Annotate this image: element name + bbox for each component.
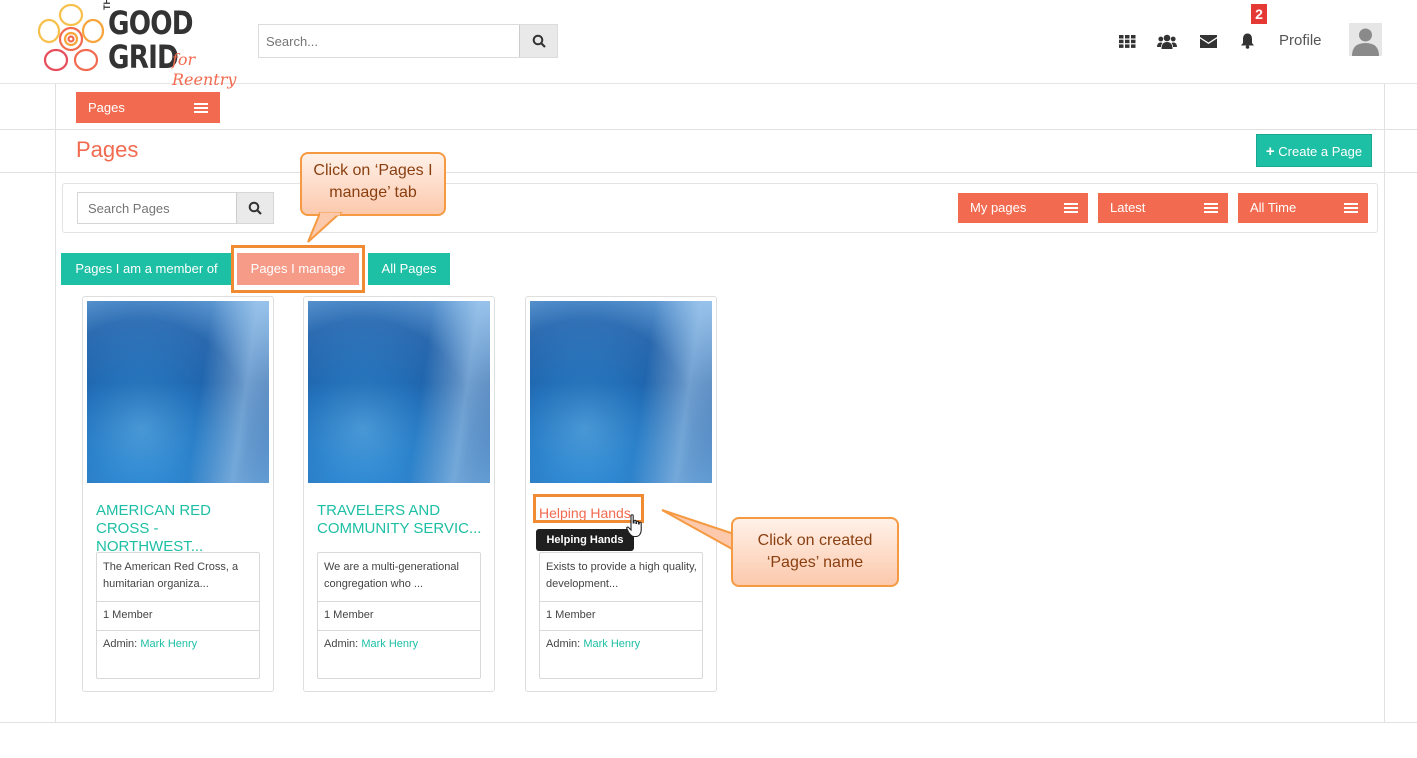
callout-pointer (661, 509, 735, 552)
page-member-count: 1 Member (324, 609, 374, 621)
callout-tab-hint: Click on ‘Pages I manage’ tab (300, 152, 446, 216)
my-pages-dropdown[interactable]: My pages (958, 193, 1088, 223)
users-icon[interactable] (1156, 31, 1178, 51)
dropdown-label: All Time (1250, 200, 1297, 215)
top-header: THE GOOD GRID for Reentry Search... 2 Pr… (0, 0, 1417, 89)
admin-name-link[interactable]: Mark Henry (361, 638, 418, 650)
pages-menu-button[interactable]: Pages (76, 92, 220, 123)
good-grid-logo[interactable]: THE GOOD GRID for Reentry (36, 0, 256, 89)
create-page-label: Create a Page (1278, 144, 1363, 159)
page-card: AMERICAN RED CROSS - NORTHWEST... The Am… (82, 296, 274, 692)
page-member-count: 1 Member (103, 609, 153, 621)
page-card: TRAVELERS AND COMMUNITY SERVIC... We are… (303, 296, 495, 692)
avatar[interactable] (1349, 23, 1382, 56)
bell-icon[interactable] (1236, 31, 1258, 51)
apps-grid-icon[interactable] (1116, 31, 1138, 51)
pages-menu-label: Pages (88, 100, 125, 115)
pages-search-bar (77, 192, 274, 224)
tab-highlight-box (231, 245, 365, 293)
content-border-right (1384, 84, 1385, 722)
all-time-dropdown[interactable]: All Time (1238, 193, 1368, 223)
logo-line1: GOOD (108, 4, 193, 42)
callout-name-hint: Click on created ‘Pages’ name (731, 517, 899, 587)
page-title: Pages (76, 137, 139, 162)
callout-pointer (307, 212, 343, 243)
page-name-link[interactable]: AMERICAN RED CROSS - NORTHWEST... (96, 502, 266, 556)
top-search-button[interactable] (519, 25, 557, 57)
menu-lines-icon (1344, 203, 1358, 213)
menu-lines-icon (1064, 203, 1078, 213)
flower-logo-icon (37, 3, 105, 72)
tooltip: Helping Hands (536, 529, 634, 551)
menu-lines-icon (1204, 203, 1218, 213)
plus-icon: + (1265, 143, 1275, 160)
create-page-button[interactable]: + Create a Page (1256, 134, 1372, 167)
admin-label: Admin: (546, 638, 581, 650)
divider (0, 129, 1417, 130)
search-icon (248, 201, 262, 215)
latest-dropdown[interactable]: Latest (1098, 193, 1228, 223)
tab-pages-member[interactable]: Pages I am a member of (61, 253, 232, 285)
pages-search-button[interactable] (236, 193, 273, 223)
page-thumbnail[interactable] (308, 301, 490, 483)
admin-name-link[interactable]: Mark Henry (140, 638, 197, 650)
user-avatar-icon (1349, 23, 1382, 56)
divider (0, 172, 1417, 173)
callout-tab-hint-text: Click on ‘Pages I manage’ tab (313, 162, 433, 201)
profile-link[interactable]: Profile (1279, 32, 1322, 49)
search-icon (532, 34, 546, 48)
logo-line2: GRID (108, 38, 179, 76)
dropdown-label: Latest (1110, 200, 1146, 215)
menu-lines-icon (194, 103, 208, 113)
notification-badge[interactable]: 2 (1251, 4, 1267, 24)
divider (0, 722, 1417, 723)
page-info-box: Exists to provide a high quality, develo… (539, 552, 703, 679)
logo-tagline: for Reentry (172, 50, 237, 89)
page-info-box: The American Red Cross, a humitarian org… (96, 552, 260, 679)
page-description: The American Red Cross, a humitarian org… (103, 561, 239, 590)
tab-all-pages[interactable]: All Pages (368, 253, 450, 285)
pages-search-input[interactable] (78, 193, 237, 223)
page-thumbnail[interactable] (530, 301, 712, 483)
page-name-link[interactable]: TRAVELERS AND COMMUNITY SERVIC... (317, 502, 487, 538)
admin-name-link[interactable]: Mark Henry (583, 638, 640, 650)
page-info-box: We are a multi-generational congregation… (317, 552, 481, 679)
page-thumbnail[interactable] (87, 301, 269, 483)
top-search-bar (258, 24, 558, 58)
page-member-count: 1 Member (546, 609, 596, 621)
page-admin: Admin: Mark Henry (324, 638, 418, 650)
content-border-left (55, 84, 56, 722)
admin-label: Admin: (324, 638, 359, 650)
envelope-icon[interactable] (1197, 31, 1219, 51)
callout-name-hint-text: Click on created ‘Pages’ name (757, 532, 873, 571)
hand-cursor-icon (626, 514, 642, 538)
page-admin: Admin: Mark Henry (103, 638, 197, 650)
page-description: Exists to provide a high quality, develo… (546, 561, 697, 590)
page-admin: Admin: Mark Henry (546, 638, 640, 650)
dropdown-label: My pages (970, 200, 1027, 215)
admin-label: Admin: (103, 638, 138, 650)
page-description: We are a multi-generational congregation… (324, 561, 459, 590)
top-search-input[interactable] (259, 25, 520, 57)
